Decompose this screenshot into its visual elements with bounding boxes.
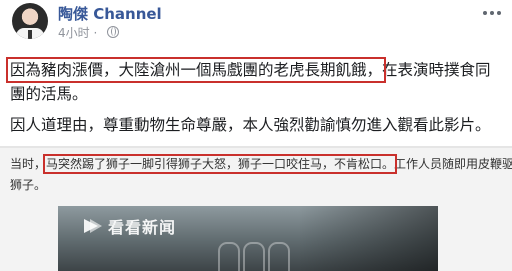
more-horizontal-icon[interactable]: [480, 6, 504, 20]
article-text-continuation: 工作人员随即用皮鞭驱赶: [394, 157, 512, 171]
facebook-post: 陶傑 Channel 4小时 · 因為豬肉漲價，大陸滄州一個馬戲團的老虎長期飢餓…: [0, 0, 512, 147]
video-thumbnail[interactable]: 看看新闻: [58, 206, 438, 271]
video-shade: [298, 206, 438, 271]
scene-arch: [268, 242, 290, 271]
highlighted-text: 因為豬肉漲價，大陸滄州一個馬戲團的老虎長期飢餓，: [5, 57, 387, 83]
author-avatar[interactable]: [12, 3, 48, 39]
article-line-2: 狮子。: [10, 178, 47, 192]
post-text-continuation: 在表演時撲食同: [382, 61, 491, 79]
author-name[interactable]: 陶傑 Channel: [58, 3, 162, 24]
article-line-1: 当时，马突然踢了狮子一脚引得狮子大怒，狮子一口咬住马，不肯松口。工作人员随即用皮…: [10, 154, 512, 174]
globe-icon[interactable]: [107, 26, 120, 38]
article-highlighted-text: 马突然踢了狮子一脚引得狮子大怒，狮子一口咬住马，不肯松口。: [43, 154, 398, 174]
scene-arch: [218, 242, 240, 271]
scene-arch: [243, 242, 265, 271]
post-meta: 4小时 ·: [58, 24, 120, 41]
post-text-line-3: 因人道理由，尊重動物生命尊嚴，本人強烈勸諭慎勿進入觀看此影片。: [10, 116, 491, 134]
article-screenshot: 当时，马突然踢了狮子一脚引得狮子大怒，狮子一口咬住马，不肯松口。工作人员随即用皮…: [0, 148, 512, 271]
article-prefix: 当时，: [10, 157, 47, 171]
post-time[interactable]: 4小时: [58, 26, 90, 40]
post-text-line-2: 團的活馬。: [10, 85, 88, 103]
kankan-news-logo: 看看新闻: [84, 214, 176, 238]
post-text-line-1: 因為豬肉漲價，大陸滄州一個馬戲團的老虎長期飢餓，在表演時撲食同: [5, 57, 491, 83]
audience-separator: ·: [93, 26, 102, 40]
video-logo-text: 看看新闻: [108, 218, 177, 237]
kankan-news-logo-icon: [84, 217, 102, 235]
avatar-tie: [28, 30, 32, 39]
